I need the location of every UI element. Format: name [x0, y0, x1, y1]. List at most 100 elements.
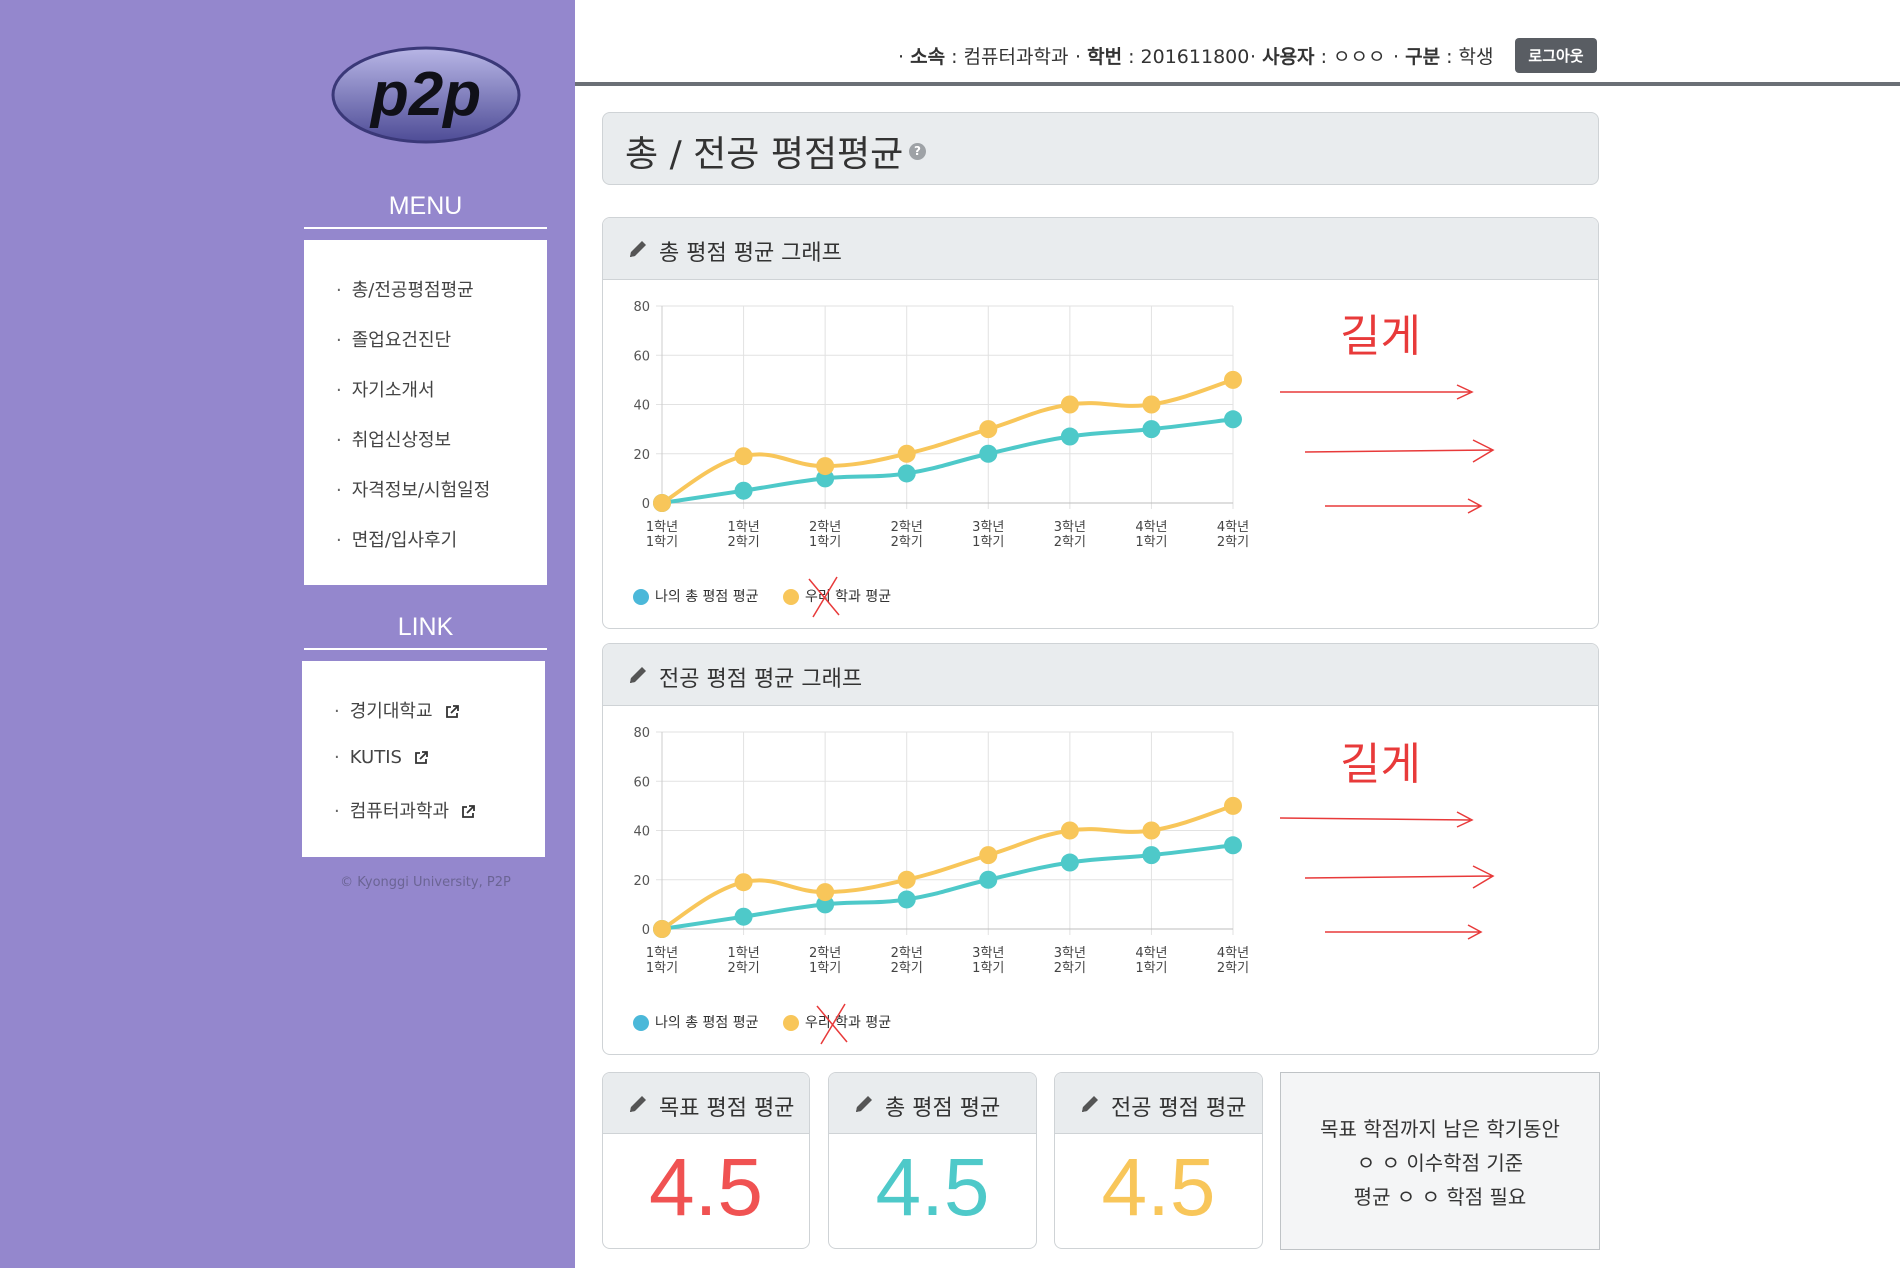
total-gpa-value: 4.5 — [875, 1142, 990, 1233]
p2p-logo[interactable]: p2p — [330, 45, 522, 145]
arrow-annotations-2 — [1279, 811, 1495, 940]
panel-header: 전공 평점 평균 — [1055, 1073, 1262, 1134]
link-kutis[interactable]: · KUTIS — [334, 747, 428, 768]
data-point[interactable] — [897, 444, 916, 463]
x-tick-label: 1학기 — [1135, 961, 1167, 976]
data-point[interactable] — [897, 890, 916, 909]
data-point[interactable] — [653, 920, 671, 938]
x-tick-label: 1학년 — [727, 946, 759, 961]
link-cs-dept[interactable]: · 컴퓨터과학과 — [334, 797, 475, 823]
x-tick-label: 1학기 — [972, 535, 1004, 550]
data-point[interactable] — [897, 870, 916, 889]
data-point[interactable] — [734, 481, 753, 500]
link-kyonggi[interactable]: · 경기대학교 — [334, 697, 459, 723]
data-point[interactable] — [734, 447, 753, 466]
data-point[interactable] — [1142, 821, 1161, 840]
x-tick-label: 4학년 — [1135, 946, 1167, 961]
panel-header: 총 평점 평균 — [829, 1073, 1036, 1134]
sidebar-item-certificates[interactable]: · 자격정보/시험일정 — [336, 476, 490, 502]
y-tick-label: 20 — [633, 874, 650, 889]
link-box: · 경기대학교 · KUTIS · 컴퓨터과학과 — [302, 661, 545, 857]
x-tick-label: 3학년 — [1054, 520, 1086, 535]
data-point[interactable] — [816, 457, 835, 476]
data-point[interactable] — [1060, 821, 1079, 840]
chart-legend: 나의 총 평점 평균 우리 학과 평균 — [633, 586, 911, 606]
card-title: 전공 평점 평균 — [1111, 1096, 1247, 1121]
x-tick-label: 4학년 — [1135, 520, 1167, 535]
y-tick-label: 0 — [642, 497, 650, 512]
menu-divider — [304, 227, 547, 229]
data-point[interactable] — [1224, 410, 1242, 429]
x-tick-label: 1학기 — [809, 961, 841, 976]
external-link-icon — [415, 751, 428, 764]
x-tick-label: 2학기 — [1217, 961, 1249, 976]
sidebar-item-graduation[interactable]: · 졸업요건진단 — [336, 326, 451, 352]
chart-legend: 나의 총 평점 평균 우리 학과 평균 — [633, 1012, 911, 1032]
y-tick-label: 60 — [633, 349, 650, 364]
x-tick-label: 2학년 — [809, 520, 841, 535]
legend-swatch — [633, 589, 649, 605]
data-point[interactable] — [1224, 796, 1242, 815]
data-point[interactable] — [1060, 853, 1079, 872]
header-user: · 사용자 : ㅇㅇㅇ — [1250, 46, 1386, 68]
data-point[interactable] — [653, 494, 671, 512]
external-link-icon — [445, 705, 459, 718]
header-dept: · 소속 : 컴퓨터과학과 — [898, 46, 1069, 68]
strike-annotation — [816, 1003, 848, 1045]
data-point[interactable] — [1142, 846, 1161, 865]
x-tick-label: 3학년 — [972, 520, 1004, 535]
handwritten-note-1: 길게 — [1340, 311, 1421, 362]
x-tick-label: 1학년 — [727, 520, 759, 535]
data-point[interactable] — [979, 870, 998, 889]
y-tick-label: 60 — [633, 775, 650, 790]
data-point[interactable] — [979, 420, 998, 439]
x-tick-label: 1학기 — [646, 535, 678, 550]
legend-item-my-avg[interactable]: 나의 총 평점 평균 — [633, 586, 759, 606]
legend-item-my-avg[interactable]: 나의 총 평점 평균 — [633, 1012, 759, 1032]
x-tick-label: 2학기 — [1217, 535, 1249, 550]
data-point[interactable] — [1142, 395, 1161, 414]
svg-text:p2p: p2p — [369, 60, 481, 129]
strike-annotation — [808, 576, 840, 618]
legend-swatch — [782, 589, 799, 605]
x-tick-label: 1학기 — [1135, 535, 1167, 550]
data-point[interactable] — [816, 883, 835, 902]
data-point[interactable] — [897, 464, 916, 483]
x-tick-label: 3학년 — [1054, 946, 1086, 961]
data-point[interactable] — [1142, 420, 1161, 439]
data-point[interactable] — [734, 907, 753, 926]
menu-box: · 총/전공평점평균 · 졸업요건진단 · 자기소개서 · 취업신상정보 · 자격정보/시… — [304, 240, 547, 585]
logout-button[interactable]: 로그아웃 — [1515, 38, 1597, 73]
major-gpa-value: 4.5 — [1101, 1142, 1216, 1233]
target-gpa-card: 목표 평점 평균 4.5 — [602, 1072, 810, 1249]
sidebar-item-personal-info[interactable]: · 취업신상정보 — [336, 426, 451, 452]
header-student-id: · 학번 : 201611800 — [1075, 46, 1250, 68]
data-point[interactable] — [1224, 836, 1242, 855]
data-point[interactable] — [979, 444, 998, 463]
sidebar: p2p MENU · 총/전공평점평균 · 졸업요건진단 · 자기소개서 · 취업신상정… — [0, 0, 575, 1268]
sidebar-item-gpa[interactable]: · 총/전공평점평균 — [336, 276, 474, 302]
x-tick-label: 1학년 — [646, 520, 678, 535]
handwritten-note-2: 길게 — [1340, 739, 1421, 790]
help-icon[interactable]: ? — [909, 143, 926, 160]
panel-header: 목표 평점 평균 — [603, 1073, 809, 1134]
legend-swatch — [782, 1015, 799, 1031]
legend-swatch — [633, 1015, 649, 1031]
x-tick-label: 2학기 — [1054, 535, 1086, 550]
y-tick-label: 40 — [633, 825, 650, 840]
total-gpa-card: 총 평점 평균 4.5 — [828, 1072, 1037, 1249]
x-tick-label: 2학년 — [891, 946, 923, 961]
sidebar-item-self-intro[interactable]: · 자기소개서 — [336, 376, 435, 402]
y-tick-label: 80 — [633, 300, 650, 315]
x-tick-label: 2학기 — [727, 535, 759, 550]
card-title: 목표 평점 평균 — [659, 1096, 795, 1121]
data-point[interactable] — [1060, 427, 1079, 446]
data-point[interactable] — [1224, 370, 1242, 389]
x-tick-label: 1학기 — [646, 961, 678, 976]
data-point[interactable] — [1060, 395, 1079, 414]
sidebar-item-interview[interactable]: · 면접/입사후기 — [336, 526, 457, 552]
y-tick-label: 20 — [633, 448, 650, 463]
data-point[interactable] — [979, 846, 998, 865]
remaining-credits-note: 목표 학점까지 남은 학기동안 ㅇ ㅇ 이수학점 기준 평균 ㅇ ㅇ 학점 필요 — [1280, 1072, 1600, 1250]
data-point[interactable] — [734, 873, 753, 892]
